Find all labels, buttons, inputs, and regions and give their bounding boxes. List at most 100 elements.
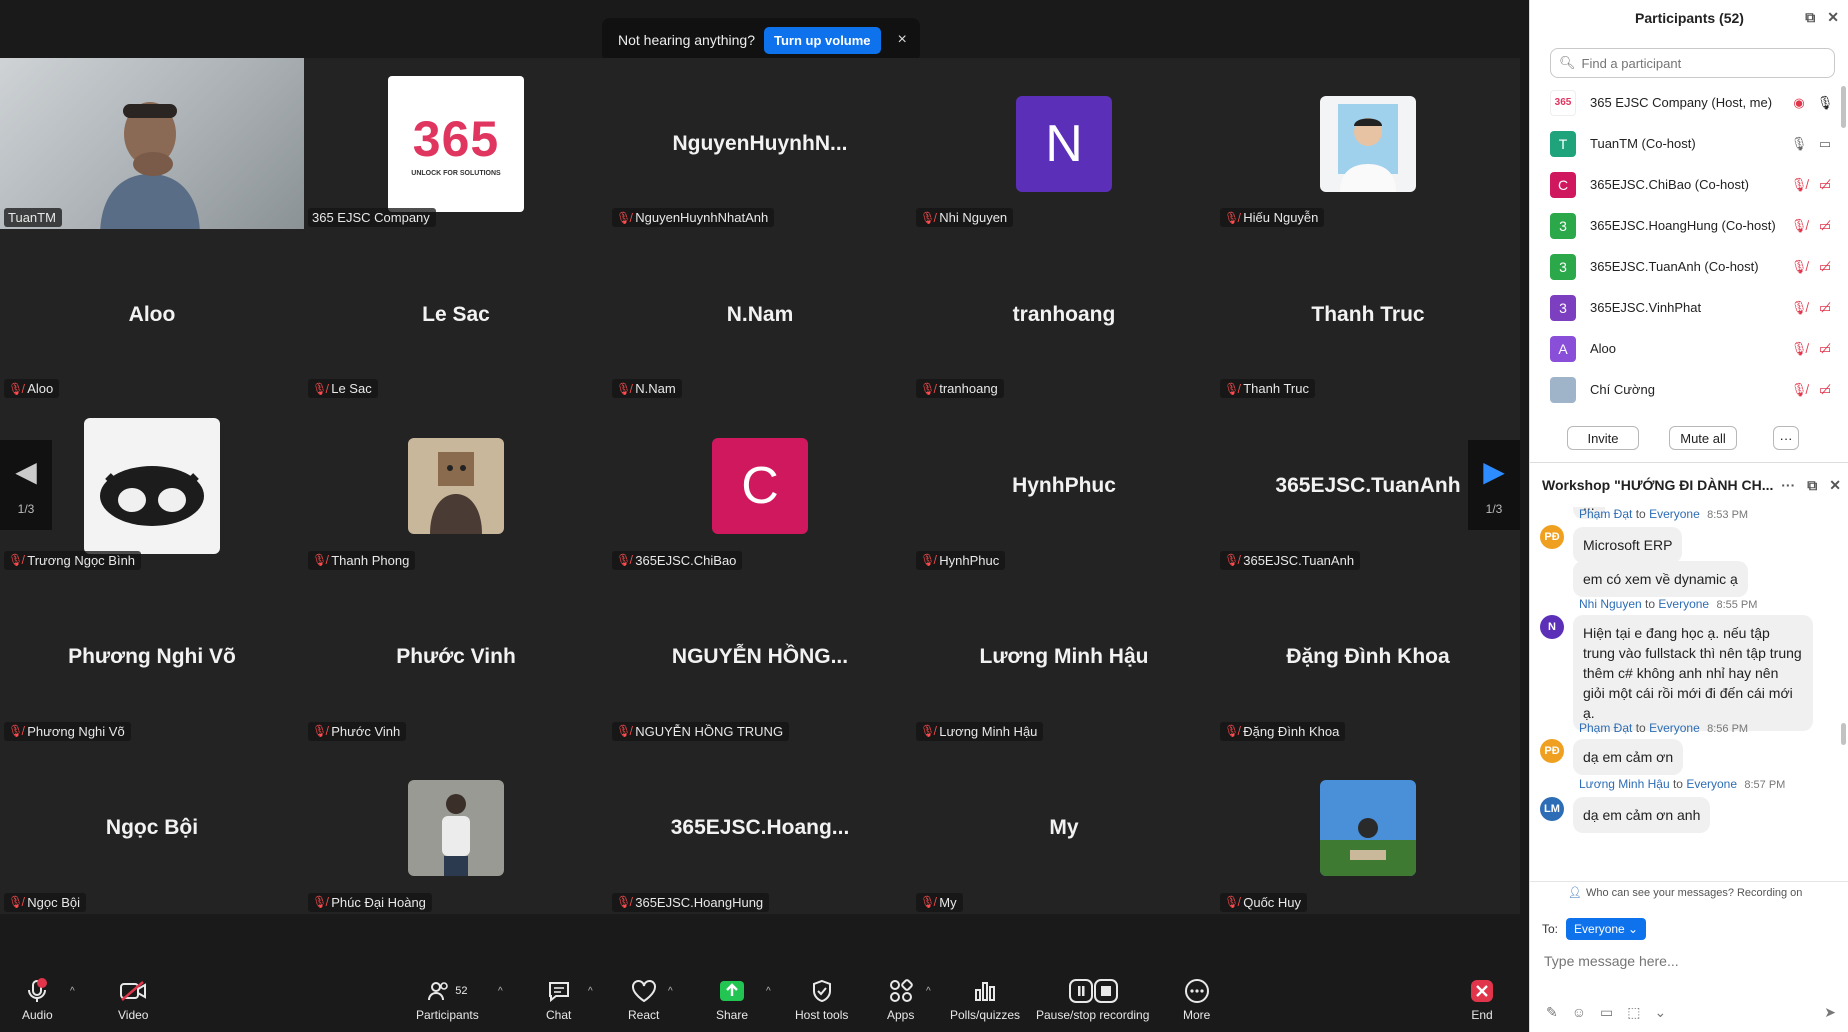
chat-scrollbar[interactable] bbox=[1841, 723, 1846, 745]
participant-tile[interactable]: 🎙︎̸ Hiếu Nguyễn bbox=[1216, 58, 1520, 229]
participant-row[interactable]: 3 365EJSC.HoangHung (Co-host) 🎙︎̸ ▭̸ bbox=[1530, 205, 1848, 246]
participant-tile[interactable]: NguyenHuynhN... 🎙︎̸ NguyenHuynhNhatAnh bbox=[608, 58, 912, 229]
mic-off-icon: 🎙︎̸ bbox=[920, 724, 936, 739]
react-options-caret-icon[interactable]: ^ bbox=[668, 986, 673, 997]
chat-pop-out-icon[interactable]: ⧉ bbox=[1807, 477, 1817, 494]
audio-button[interactable]: Audio bbox=[22, 978, 53, 1022]
video-off-icon[interactable]: ▭̸ bbox=[1815, 382, 1835, 398]
chat-options-caret-icon[interactable]: ^ bbox=[588, 986, 593, 997]
participant-tile[interactable]: Le Sac 🎙︎̸ Le Sac bbox=[304, 229, 608, 400]
participant-tile[interactable]: 365 UNLOCK FOR SOLUTIONS 365 EJSC Company bbox=[304, 58, 608, 229]
participant-row[interactable]: A Aloo 🎙︎̸ ▭̸ bbox=[1530, 328, 1848, 369]
video-off-icon[interactable]: ▭̸ bbox=[1815, 218, 1835, 234]
chat-button[interactable]: Chat bbox=[546, 978, 571, 1022]
participant-tile[interactable]: Lương Minh Hậu 🎙︎̸ Lương Minh Hậu bbox=[912, 572, 1216, 743]
participant-search[interactable]: 🔍︎ bbox=[1550, 48, 1835, 78]
video-off-icon[interactable]: ▭̸ bbox=[1815, 300, 1835, 316]
participant-tile[interactable]: Aloo 🎙︎̸ Aloo bbox=[0, 229, 304, 400]
message-input[interactable] bbox=[1544, 946, 1834, 976]
video-off-icon[interactable]: ▭̸ bbox=[1815, 259, 1835, 275]
participant-tile[interactable]: tranhoang 🎙︎̸ tranhoang bbox=[912, 229, 1216, 400]
participant-tile[interactable]: Ngọc Bội 🎙︎̸ Ngọc Bội bbox=[0, 743, 304, 914]
participant-row[interactable]: Chí Cường 🎙︎̸ ▭̸ bbox=[1530, 369, 1848, 410]
sender-name[interactable]: Nhi Nguyen bbox=[1579, 597, 1642, 611]
video-button[interactable]: Video bbox=[118, 978, 148, 1022]
screenshot-icon[interactable]: ⬚ bbox=[1627, 1004, 1640, 1021]
participant-row[interactable]: T TuanTM (Co-host) 🎙︎ ▭ bbox=[1530, 123, 1848, 164]
previous-page-button[interactable]: ◀ 1/3 bbox=[0, 440, 52, 530]
format-icon[interactable]: ✎ bbox=[1546, 1004, 1558, 1021]
sender-name[interactable]: Lương Minh Hậu bbox=[1579, 777, 1670, 791]
participant-row[interactable]: 3 365EJSC.VinhPhat 🎙︎̸ ▭̸ bbox=[1530, 287, 1848, 328]
polls-quizzes-button[interactable]: Polls/quizzes bbox=[950, 978, 1020, 1022]
apps-button[interactable]: Apps bbox=[887, 978, 914, 1022]
share-button[interactable]: Share bbox=[716, 978, 748, 1022]
file-icon[interactable]: ▭ bbox=[1600, 1004, 1613, 1021]
video-off-icon[interactable]: ▭̸ bbox=[1815, 177, 1835, 193]
video-off-icon[interactable]: ▭̸ bbox=[1815, 341, 1835, 357]
participant-tile[interactable]: My 🎙︎̸ My bbox=[912, 743, 1216, 914]
pop-out-icon[interactable]: ⧉ bbox=[1805, 9, 1815, 26]
end-call-icon bbox=[1469, 978, 1495, 1004]
participant-tile[interactable]: C 🎙︎̸ 365EJSC.ChiBao bbox=[608, 400, 912, 571]
next-page-button[interactable]: ▶ 1/3 bbox=[1468, 440, 1520, 530]
emoji-icon[interactable]: ☺ bbox=[1572, 1004, 1586, 1021]
close-banner-icon[interactable]: × bbox=[898, 31, 907, 49]
participant-row[interactable]: C 365EJSC.ChiBao (Co-host) 🎙︎̸ ▭̸ bbox=[1530, 164, 1848, 205]
audio-options-caret-icon[interactable]: ^ bbox=[70, 986, 75, 997]
apps-options-caret-icon[interactable]: ^ bbox=[926, 986, 931, 997]
host-tools-button[interactable]: Host tools bbox=[795, 978, 848, 1022]
participant-tile[interactable]: 🎙︎̸ Quốc Huy bbox=[1216, 743, 1520, 914]
participants-options-caret-icon[interactable]: ^ bbox=[498, 986, 503, 997]
video-camera-icon[interactable]: ▭ bbox=[1815, 136, 1835, 152]
recipient-dropdown[interactable]: Everyone ⌄ bbox=[1566, 918, 1647, 940]
participant-name-label: 🎙︎̸ Thanh Truc bbox=[1220, 379, 1315, 399]
sender-avatar: PĐ bbox=[1540, 525, 1564, 549]
chevron-down-icon[interactable]: ⌄ bbox=[1655, 1004, 1667, 1021]
more-button[interactable]: More bbox=[1183, 978, 1210, 1022]
message-visibility-notice[interactable]: 👤︎ Who can see your messages? Recording … bbox=[1530, 881, 1848, 903]
participant-tile[interactable]: N 🎙︎̸ Nhi Nguyen bbox=[912, 58, 1216, 229]
chat-messages: ... Phạm Đạt to Everyone 8:53 PMPĐMicros… bbox=[1530, 507, 1848, 843]
microphone-icon[interactable]: 🎙︎ bbox=[1815, 95, 1835, 111]
participant-tile[interactable]: 365EJSC.Hoang... 🎙︎̸ 365EJSC.HoangHung bbox=[608, 743, 912, 914]
participant-tile[interactable]: Thanh Truc 🎙︎̸ Thanh Truc bbox=[1216, 229, 1520, 400]
mic-muted-icon[interactable]: 🎙︎̸ bbox=[1789, 218, 1809, 234]
participant-tile[interactable]: Phước Vinh 🎙︎̸ Phước Vinh bbox=[304, 572, 608, 743]
participant-tile[interactable]: Phương Nghi Võ 🎙︎̸ Phương Nghi Võ bbox=[0, 572, 304, 743]
send-icon[interactable]: ➤ bbox=[1824, 1004, 1836, 1021]
sender-name[interactable]: Phạm Đạt bbox=[1579, 507, 1632, 521]
close-icon[interactable]: ✕ bbox=[1827, 9, 1839, 26]
more-options-button[interactable]: ··· bbox=[1773, 426, 1799, 450]
invite-button[interactable]: Invite bbox=[1567, 426, 1639, 450]
mic-muted-icon[interactable]: 🎙︎̸ bbox=[1789, 177, 1809, 193]
react-button[interactable]: React bbox=[628, 978, 659, 1022]
chat-close-icon[interactable]: ✕ bbox=[1829, 477, 1841, 494]
sender-name[interactable]: Phạm Đạt bbox=[1579, 721, 1632, 735]
person-video-image bbox=[100, 102, 200, 230]
participant-tile[interactable]: 🎙︎̸ Phúc Đại Hoàng bbox=[304, 743, 608, 914]
participant-search-input[interactable] bbox=[1581, 55, 1802, 71]
share-options-caret-icon[interactable]: ^ bbox=[766, 986, 771, 997]
participant-tile[interactable]: 🎙︎̸ Thanh Phong bbox=[304, 400, 608, 571]
mic-muted-icon[interactable]: 🎙︎̸ bbox=[1789, 341, 1809, 357]
apps-icon bbox=[889, 978, 913, 1004]
turn-up-volume-button[interactable]: Turn up volume bbox=[764, 26, 881, 54]
participant-tile[interactable]: NGUYỄN HỒNG... 🎙︎̸ NGUYỄN HỒNG TRUNG bbox=[608, 572, 912, 743]
participant-tile[interactable]: HynhPhuc 🎙︎̸ HynhPhuc bbox=[912, 400, 1216, 571]
participant-row[interactable]: 3 365EJSC.TuanAnh (Co-host) 🎙︎̸ ▭̸ bbox=[1530, 246, 1848, 287]
chat-more-icon[interactable]: ··· bbox=[1781, 477, 1795, 494]
pause-stop-recording-button[interactable]: Pause/stop recording bbox=[1036, 978, 1149, 1022]
participants-button[interactable]: 52 Participants bbox=[416, 978, 479, 1022]
participant-row[interactable]: 365 365 EJSC Company (Host, me) ◉ 🎙︎ bbox=[1530, 82, 1848, 123]
participant-tile[interactable]: N.Nam 🎙︎̸ N.Nam bbox=[608, 229, 912, 400]
participants-scrollbar[interactable] bbox=[1841, 86, 1846, 128]
participant-tile[interactable]: Đặng Đình Khoa 🎙︎̸ Đặng Đình Khoa bbox=[1216, 572, 1520, 743]
mic-muted-icon[interactable]: 🎙︎̸ bbox=[1789, 300, 1809, 316]
microphone-icon[interactable]: 🎙︎ bbox=[1789, 136, 1809, 152]
participant-tile[interactable]: TuanTM bbox=[0, 58, 304, 230]
end-meeting-button[interactable]: End bbox=[1469, 978, 1495, 1022]
mic-muted-icon[interactable]: 🎙︎̸ bbox=[1789, 382, 1809, 398]
mic-muted-icon[interactable]: 🎙︎̸ bbox=[1789, 259, 1809, 275]
mute-all-button[interactable]: Mute all bbox=[1669, 426, 1737, 450]
